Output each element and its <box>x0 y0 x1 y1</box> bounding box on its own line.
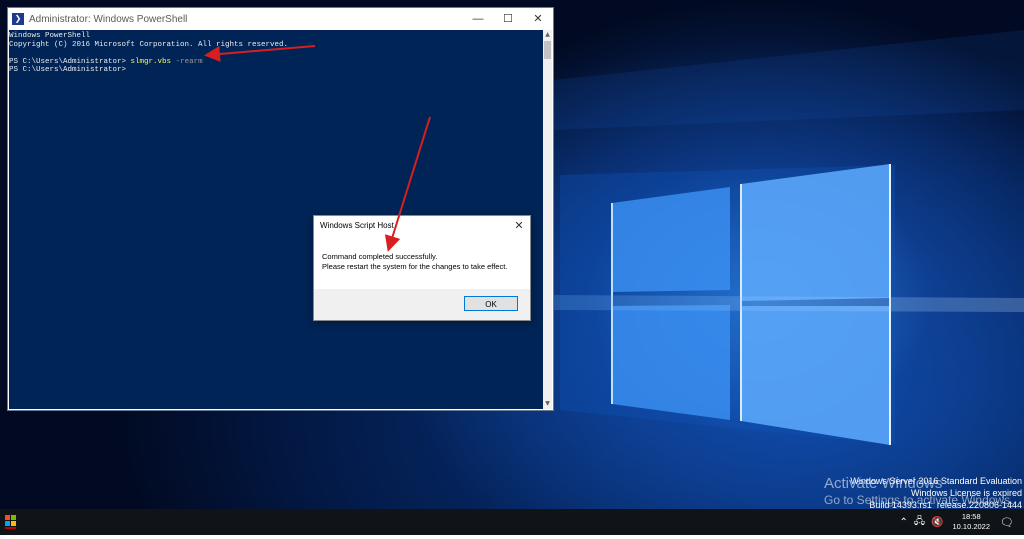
clock-time: 18:58 <box>961 512 981 521</box>
scroll-up-icon[interactable]: ▲ <box>543 30 552 40</box>
dialog-message-line: Command completed successfully. <box>322 252 438 261</box>
volume-icon[interactable]: 🔇 <box>931 517 943 528</box>
script-host-dialog[interactable]: Windows Script Host ✕ Command completed … <box>314 216 530 320</box>
minimize-button[interactable]: — <box>463 8 493 30</box>
console-prompt: PS C:\Users\Administrator> <box>9 66 127 74</box>
maximize-icon: ☐ <box>503 13 513 25</box>
clock[interactable]: 18:58 10.10.2022 <box>952 512 990 532</box>
system-tray: ⌃ 🖧 🔇 18:58 10.10.2022 🗨 <box>896 509 1024 535</box>
start-button[interactable] <box>0 509 26 535</box>
dialog-message: Command completed successfully. Please r… <box>314 236 530 288</box>
dialog-message-line: Please restart the system for the change… <box>322 262 508 271</box>
dialog-footer: OK <box>314 289 530 320</box>
console-line: Windows PowerShell <box>9 32 91 40</box>
scroll-down-icon[interactable]: ▼ <box>543 399 552 409</box>
console-argument: -rearm <box>175 57 203 66</box>
start-icon <box>5 515 16 529</box>
close-icon: ✕ <box>533 13 543 25</box>
taskbar: ⌃ 🖧 🔇 18:58 10.10.2022 🗨 <box>0 509 1024 535</box>
network-icon[interactable]: 🖧 <box>914 514 925 531</box>
build-info-license: Windows License is expired <box>910 488 1022 498</box>
minimize-icon: — <box>472 13 484 25</box>
console-command: slmgr.vbs <box>130 57 172 66</box>
maximize-button[interactable]: ☐ <box>493 8 523 30</box>
dialog-close-icon[interactable]: ✕ <box>512 216 526 236</box>
dialog-titlebar[interactable]: Windows Script Host ✕ <box>314 216 530 236</box>
build-info-edition: Windows Server 2016 Standard Evaluation <box>850 476 1022 486</box>
build-info-build: Build 14393.rs1_release.220806-1444 <box>869 500 1022 509</box>
chevron-up-icon[interactable]: ⌃ <box>899 517 907 528</box>
close-button[interactable]: ✕ <box>523 8 553 30</box>
powershell-window[interactable]: ❯ Administrator: Windows PowerShell — ☐ … <box>8 8 553 410</box>
console-line: Copyright (C) 2016 Microsoft Corporation… <box>9 40 289 49</box>
window-title: Administrator: Windows PowerShell <box>29 13 188 25</box>
console-prompt: PS C:\Users\Administrator> <box>9 57 131 66</box>
scroll-thumb[interactable] <box>544 41 551 59</box>
clock-date: 10.10.2022 <box>952 522 991 531</box>
build-info: Windows Server 2016 Standard Evaluation … <box>850 475 1022 509</box>
console-command-line: PS C:\Users\Administrator> slmgr.vbs -re… <box>9 58 543 67</box>
ok-button[interactable]: OK <box>464 296 518 311</box>
notification-icon[interactable]: 🗨 <box>1000 516 1014 529</box>
dialog-title: Windows Script Host <box>320 221 394 230</box>
vertical-scrollbar[interactable]: ▲ ▼ <box>543 30 552 409</box>
powershell-titlebar[interactable]: ❯ Administrator: Windows PowerShell — ☐ … <box>8 8 553 30</box>
powershell-icon: ❯ <box>12 13 24 25</box>
